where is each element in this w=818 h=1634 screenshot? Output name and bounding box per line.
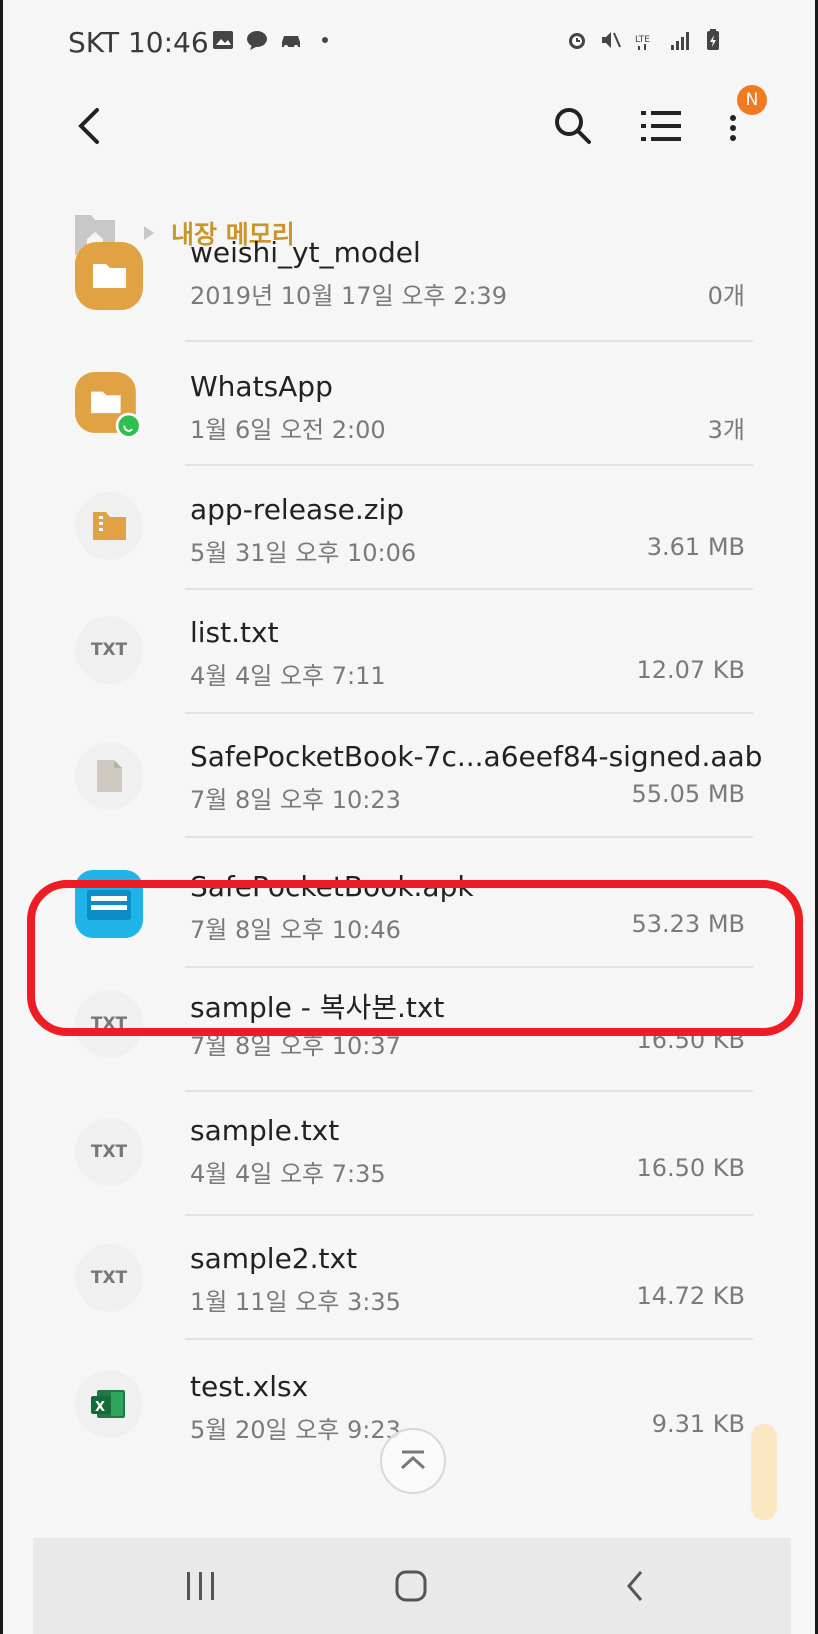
file-date: 1월 11일 오후 3:35	[190, 1288, 401, 1316]
file-name: app-release.zip	[190, 493, 405, 526]
fast-scroll-handle[interactable]	[751, 1424, 777, 1520]
txt-file-icon: TXT	[75, 616, 143, 684]
list-item[interactable]: WhatsApp 1월 6일 오전 2:00 3개	[3, 342, 815, 466]
svg-text:LTE: LTE	[635, 35, 650, 45]
status-bar: SKT 10:46 LTE	[3, 0, 815, 80]
file-size: 0개	[707, 282, 745, 310]
battery-icon	[707, 29, 719, 50]
file-size: 55.05 MB	[631, 780, 745, 808]
file-date: 7월 8일 오후 10:23	[190, 786, 401, 814]
lte-icon: LTE	[635, 35, 650, 50]
svg-text:X: X	[95, 1400, 105, 1415]
txt-file-icon: TXT	[75, 1244, 143, 1312]
zip-file-icon	[75, 492, 143, 560]
file-name: WhatsApp	[190, 370, 333, 403]
scroll-to-top-button[interactable]	[380, 1428, 446, 1494]
talk-icon	[247, 31, 267, 50]
phone-screen: SKT 10:46 LTE N 내장 메모리 weishi_yt_model 2…	[0, 0, 818, 1634]
file-name: test.xlsx	[190, 1370, 309, 1403]
list-view-icon[interactable]	[639, 104, 683, 148]
list-item[interactable]: SafePocketBook-7c...a6eef84-signed.aab 7…	[3, 714, 815, 838]
file-name: SafePocketBook-7c...a6eef84-signed.aab	[190, 740, 763, 773]
notification-icons	[211, 28, 337, 52]
gallery-icon	[213, 31, 233, 49]
list-item[interactable]: app-release.zip 5월 31일 오후 10:06 3.61 MB	[3, 466, 815, 590]
file-name: list.txt	[190, 616, 279, 649]
home-icon[interactable]	[393, 1568, 429, 1604]
file-date: 5월 31일 오후 10:06	[190, 539, 417, 567]
file-size: 3개	[707, 416, 745, 444]
list-item[interactable]: TXT list.txt 4월 4일 오후 7:11 12.07 KB	[3, 590, 815, 714]
file-size: 12.07 KB	[636, 656, 745, 684]
file-size: 9.31 KB	[651, 1410, 745, 1438]
list-item[interactable]: TXT sample.txt 4월 4일 오후 7:35 16.50 KB	[3, 1092, 815, 1216]
file-size: 3.61 MB	[646, 533, 745, 561]
file-date: 2019년 10월 17일 오후 2:39	[190, 282, 507, 310]
list-item[interactable]: weishi_yt_model 2019년 10월 17일 오후 2:39 0개	[3, 236, 815, 342]
file-date: 4월 4일 오후 7:11	[190, 662, 386, 690]
back-arrow-icon[interactable]	[69, 102, 113, 150]
file-name: weishi_yt_model	[190, 236, 421, 269]
dot-icon	[322, 37, 328, 43]
file-date: 1월 6일 오전 2:00	[190, 416, 386, 444]
system-icons: LTE	[565, 28, 725, 52]
file-date: 5월 20일 오후 9:23	[190, 1416, 401, 1444]
file-size: 14.72 KB	[636, 1282, 745, 1310]
file-date: 4월 4일 오후 7:35	[190, 1160, 386, 1188]
folder-icon	[75, 242, 143, 310]
file-name: sample2.txt	[190, 1242, 358, 1275]
chevron-up-icon	[400, 1450, 426, 1470]
excel-file-icon: X	[75, 1370, 143, 1438]
search-icon[interactable]	[551, 102, 595, 150]
nav-back-icon[interactable]	[623, 1568, 647, 1604]
txt-file-icon: TXT	[75, 1118, 143, 1186]
file-size: 16.50 KB	[636, 1154, 745, 1182]
whatsapp-folder-icon	[75, 372, 142, 439]
alarm-icon	[569, 33, 585, 49]
recent-apps-icon[interactable]	[183, 1570, 219, 1602]
carrier-time: SKT 10:46	[68, 26, 209, 59]
navigation-bar	[33, 1538, 791, 1634]
new-badge: N	[737, 85, 767, 115]
mute-icon	[602, 32, 621, 48]
highlight-box	[27, 880, 803, 1036]
generic-file-icon	[75, 742, 143, 810]
signal-icon	[671, 32, 689, 50]
app-bar	[3, 80, 815, 190]
list-item[interactable]: TXT sample2.txt 1월 11일 오후 3:35 14.72 KB	[3, 1216, 815, 1340]
file-name: sample.txt	[190, 1114, 340, 1147]
car-icon	[282, 36, 300, 49]
